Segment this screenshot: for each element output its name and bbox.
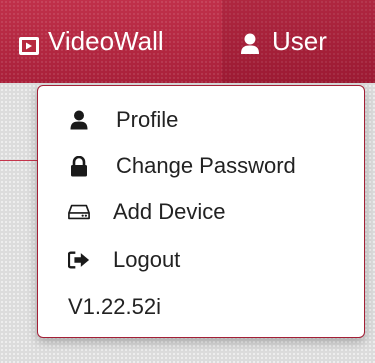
change-password-menu-item[interactable]: Change Password	[38, 144, 364, 188]
change-password-label: Change Password	[116, 153, 296, 178]
profile-menu-item[interactable]: Profile	[38, 98, 364, 142]
hard-drive-icon	[68, 201, 90, 223]
user-label: User	[272, 26, 327, 56]
version-text: V1.22.52i	[68, 294, 161, 319]
lock-icon	[68, 155, 90, 177]
logout-menu-item[interactable]: Logout	[38, 238, 364, 282]
add-device-label: Add Device	[113, 199, 226, 224]
divider	[0, 160, 40, 161]
user-icon	[68, 109, 90, 131]
user-dropdown-menu: Profile Change Password Add Device Logou…	[37, 85, 365, 338]
video-icon	[18, 32, 40, 55]
logout-label: Logout	[113, 247, 181, 272]
sign-out-icon	[68, 249, 90, 271]
user-icon	[240, 31, 260, 54]
user-menu-toggle[interactable]: User	[222, 0, 375, 83]
add-device-menu-item[interactable]: Add Device	[38, 190, 364, 234]
videowall-label: VideoWall	[48, 26, 164, 56]
videowall-nav-button[interactable]: VideoWall	[0, 0, 182, 83]
profile-label: Profile	[116, 107, 179, 132]
top-navbar: VideoWall User	[0, 0, 375, 83]
